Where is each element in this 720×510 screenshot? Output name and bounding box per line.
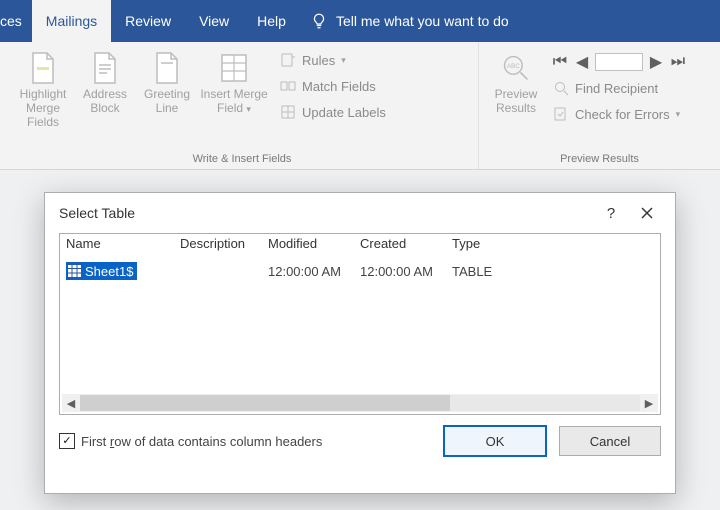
ribbon: Highlight Merge Fields Address Block (0, 42, 720, 170)
address-block-button[interactable]: Address Block (74, 46, 136, 116)
highlight-merge-fields-button[interactable]: Highlight Merge Fields (12, 46, 74, 129)
tell-me-search[interactable]: Tell me what you want to do (300, 0, 515, 42)
table-header-row: Name Description Modified Created Type (60, 234, 660, 260)
match-fields-label: Match Fields (302, 79, 376, 94)
check-errors-icon (553, 106, 569, 122)
magnifier-abc-icon: ABC (501, 50, 531, 86)
match-fields-button[interactable]: Match Fields (276, 74, 390, 98)
ribbon-tabs: ces Mailings Review View Help Tell me wh… (0, 0, 720, 42)
last-record-button[interactable]: ⏭ (669, 53, 687, 71)
first-record-button[interactable]: ⏮ (551, 53, 569, 71)
update-labels-icon (280, 104, 296, 120)
tab-review[interactable]: Review (111, 0, 185, 42)
tab-mailings[interactable]: Mailings (32, 0, 111, 42)
col-created[interactable]: Created (358, 236, 450, 260)
table-row[interactable]: Sheet1$ 12:00:00 AM 12:00:00 AM TABLE (60, 260, 660, 283)
svg-text:ABC: ABC (507, 63, 520, 70)
insert-merge-field-button[interactable]: Insert Merge Field ▾ (198, 46, 270, 116)
scroll-left-button[interactable]: ◀ (62, 397, 80, 410)
cancel-button[interactable]: Cancel (559, 426, 661, 456)
table-list[interactable]: Name Description Modified Created Type S… (59, 233, 661, 415)
record-number-input[interactable] (595, 53, 643, 71)
prev-record-button[interactable]: ◀ (573, 52, 591, 72)
greeting-line-label: Greeting Line (136, 88, 198, 116)
find-recipient-button[interactable]: Find Recipient (549, 76, 689, 100)
row-created: 12:00:00 AM (358, 264, 450, 279)
highlight-merge-fields-label: Highlight Merge Fields (12, 88, 74, 129)
next-record-button[interactable]: ▶ (647, 52, 665, 72)
group-preview-results: ABC Preview Results ⏮ ◀ ▶ ⏭ Find Recipie… (479, 42, 720, 169)
scroll-right-button[interactable]: ▶ (640, 397, 658, 410)
address-block-label: Address Block (74, 88, 136, 116)
rules-icon (280, 52, 296, 68)
scroll-thumb[interactable] (80, 395, 450, 411)
check-errors-label: Check for Errors (575, 107, 670, 122)
find-recipient-label: Find Recipient (575, 81, 658, 96)
row-type: TABLE (450, 264, 514, 279)
close-icon (641, 207, 653, 219)
greeting-line-button[interactable]: Greeting Line (136, 46, 198, 116)
match-fields-icon (280, 78, 296, 94)
row-modified: 12:00:00 AM (266, 264, 358, 279)
scroll-track[interactable] (80, 395, 640, 411)
tell-me-label: Tell me what you want to do (336, 13, 509, 29)
select-table-dialog: Select Table ? Name Description Modified… (44, 192, 676, 494)
dialog-help-button[interactable]: ? (593, 197, 629, 229)
dialog-close-button[interactable] (629, 197, 665, 229)
first-row-headers-checkbox[interactable]: ✓ First row of data contains column head… (59, 433, 431, 449)
dialog-titlebar: Select Table ? (45, 193, 675, 233)
check-errors-button[interactable]: Check for Errors ▾ (549, 102, 689, 126)
row-name-text: Sheet1$ (85, 264, 133, 279)
preview-results-button[interactable]: ABC Preview Results (485, 46, 547, 116)
table-merge-icon (219, 50, 249, 86)
horizontal-scrollbar[interactable]: ◀ ▶ (62, 394, 658, 412)
document-highlight-icon (28, 50, 58, 86)
preview-results-label: Preview Results (485, 88, 547, 116)
chevron-down-icon: ▾ (246, 104, 251, 114)
document-address-icon (90, 50, 120, 86)
row-name-selected: Sheet1$ (66, 262, 137, 280)
chevron-down-icon: ▾ (676, 109, 681, 120)
dialog-title: Select Table (59, 205, 593, 221)
document-greeting-icon (152, 50, 182, 86)
group-label-preview: Preview Results (485, 151, 714, 169)
tab-truncated[interactable]: ces (0, 0, 32, 42)
record-navigation: ⏮ ◀ ▶ ⏭ (549, 48, 689, 74)
col-type[interactable]: Type (450, 236, 514, 260)
update-labels-button[interactable]: Update Labels (276, 100, 390, 124)
tab-help[interactable]: Help (243, 0, 300, 42)
checkbox-icon: ✓ (59, 433, 75, 449)
ok-button[interactable]: OK (443, 425, 547, 457)
chevron-down-icon: ▾ (341, 55, 346, 66)
group-write-insert-fields: Highlight Merge Fields Address Block (6, 42, 479, 169)
col-modified[interactable]: Modified (266, 236, 358, 260)
tab-view[interactable]: View (185, 0, 243, 42)
col-description[interactable]: Description (178, 236, 266, 260)
rules-label: Rules (302, 53, 335, 68)
insert-merge-field-label: Insert Merge Field ▾ (198, 88, 270, 116)
lightbulb-icon (310, 12, 328, 30)
rules-button[interactable]: Rules ▾ (276, 48, 390, 72)
worksheet-icon (67, 264, 82, 278)
search-icon (553, 80, 569, 96)
first-row-headers-label: First row of data contains column header… (81, 434, 322, 449)
group-label-write-insert: Write & Insert Fields (12, 151, 472, 169)
dialog-footer: ✓ First row of data contains column head… (45, 415, 675, 471)
col-name[interactable]: Name (64, 236, 178, 260)
update-labels-label: Update Labels (302, 105, 386, 120)
